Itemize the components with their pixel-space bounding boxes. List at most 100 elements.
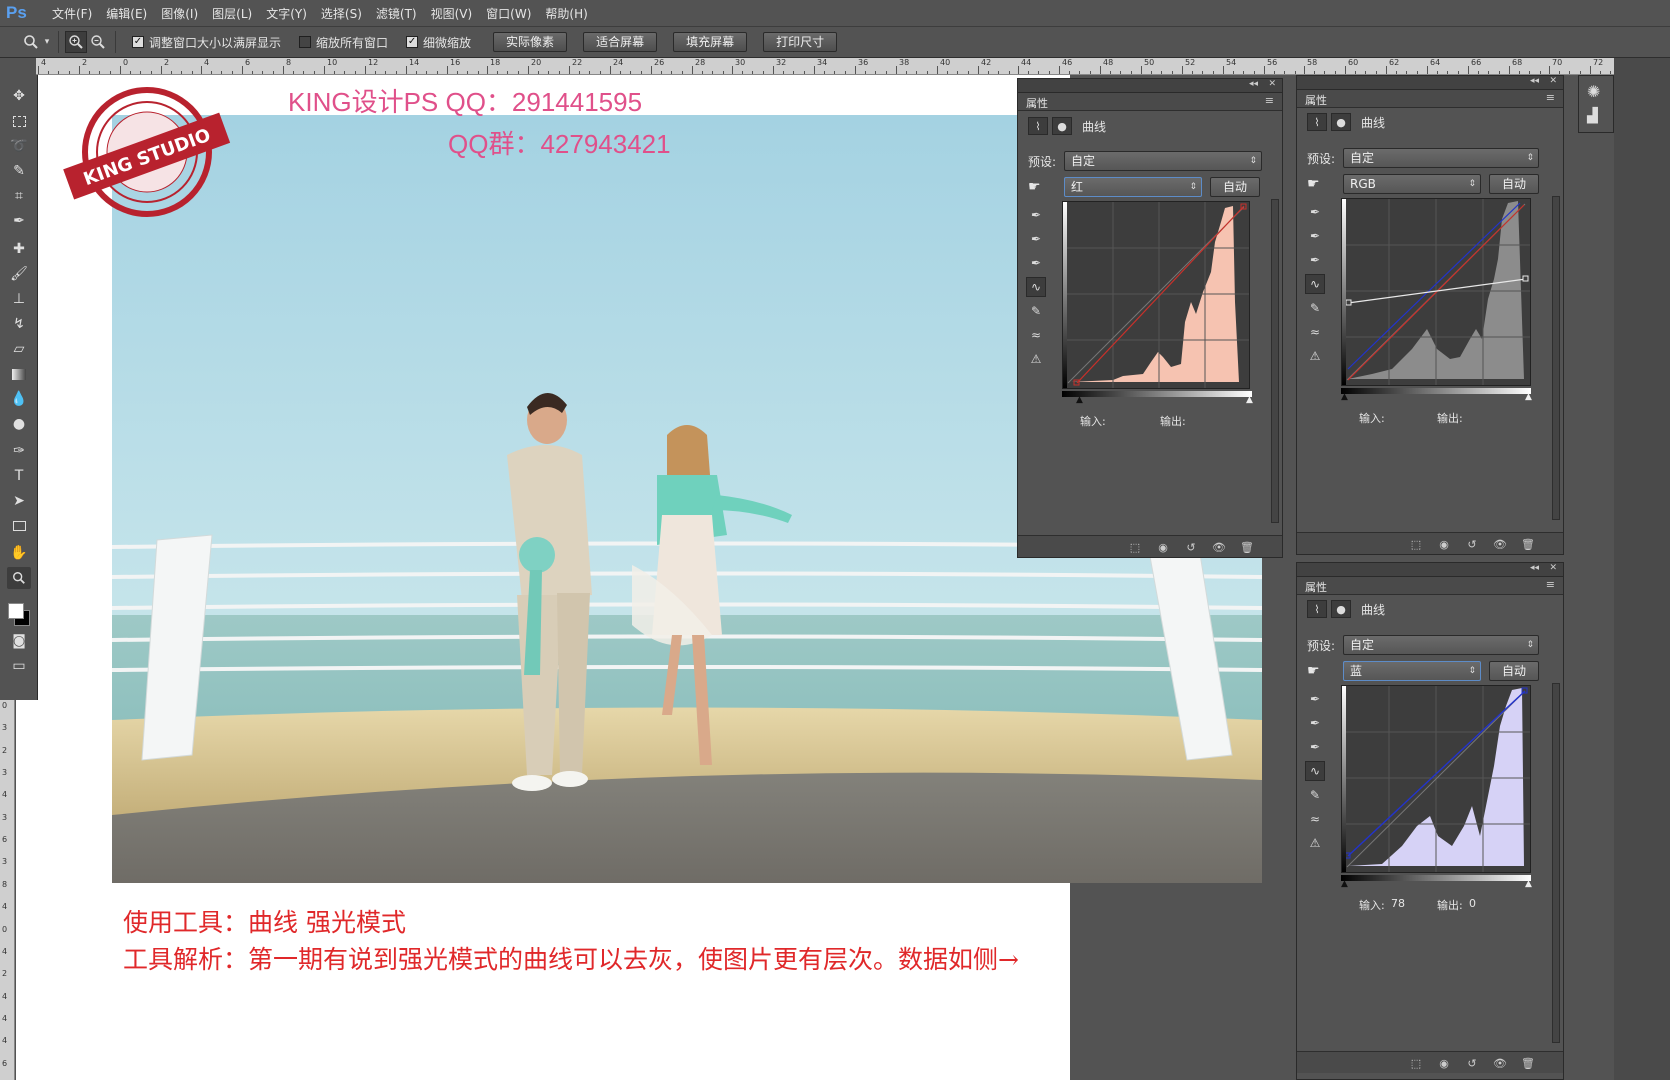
properties-tab[interactable]: 属性	[1305, 579, 1327, 595]
pencil-draw-icon[interactable]: ✎	[1305, 785, 1325, 805]
trash-icon[interactable]: 🗑	[1519, 536, 1537, 552]
channel-dropdown[interactable]: 红 ⇕	[1064, 177, 1202, 197]
white-point-eyedropper-icon[interactable]: ✒	[1026, 253, 1046, 273]
hand-tool-icon[interactable]: ✋	[7, 542, 31, 564]
zoom-tool-icon[interactable]	[7, 567, 31, 589]
view-previous-icon[interactable]: ◉	[1154, 539, 1172, 555]
ruler-horizontal[interactable]: 4 2 0 2 4 6 8 10 12 14 16 18 20 22 24 26 28 30 32 34 36 38 40 4…	[36, 58, 1670, 75]
menu-select[interactable]: 选择(S)	[321, 5, 362, 22]
panel-menu-icon[interactable]: ≡	[1265, 94, 1274, 107]
path-select-tool-icon[interactable]: ➤	[7, 490, 31, 512]
reset-icon[interactable]: ↺	[1182, 539, 1200, 555]
white-slider-icon[interactable]: ▲	[1525, 392, 1532, 402]
reset-icon[interactable]: ↺	[1463, 536, 1481, 552]
curve-graph[interactable]	[1062, 201, 1250, 389]
curves-adjust-icon[interactable]: ⌇	[1028, 117, 1048, 135]
healing-brush-tool-icon[interactable]: ✚	[7, 238, 31, 260]
panel-menu-icon[interactable]: ≡	[1546, 91, 1555, 104]
menu-help[interactable]: 帮助(H)	[545, 5, 587, 22]
type-tool-icon[interactable]: T	[7, 465, 31, 487]
reset-icon[interactable]: ↺	[1463, 1055, 1481, 1071]
black-slider-icon[interactable]: ▲	[1076, 395, 1083, 405]
curve-point-mode-icon[interactable]: ∿	[1305, 761, 1325, 781]
panel-scrollbar[interactable]	[1271, 199, 1279, 523]
layer-mask-icon[interactable]: ●	[1331, 113, 1351, 131]
curves-adjust-icon[interactable]: ⌇	[1307, 600, 1327, 618]
checkbox-checked[interactable]: ✓	[132, 36, 144, 48]
fit-screen-button[interactable]: 适合屏幕	[583, 32, 658, 52]
trash-icon[interactable]: 🗑	[1238, 539, 1256, 555]
quick-select-tool-icon[interactable]: ✎	[7, 160, 31, 182]
adjustments-sun-icon[interactable]: ✺	[1587, 82, 1600, 101]
pencil-draw-icon[interactable]: ✎	[1305, 298, 1325, 318]
panel-menu-icon[interactable]: ≡	[1546, 578, 1555, 591]
collapse-icon[interactable]: ◂◂	[1530, 563, 1539, 573]
layer-mask-icon[interactable]: ●	[1331, 600, 1351, 618]
eraser-tool-icon[interactable]: ▱	[7, 338, 31, 360]
pen-tool-icon[interactable]: ✑	[7, 440, 31, 462]
pencil-draw-icon[interactable]: ✎	[1026, 301, 1046, 321]
curve-point[interactable]	[1522, 275, 1529, 282]
move-tool-icon[interactable]: ✥	[7, 85, 31, 107]
visibility-eye-icon[interactable]: 👁	[1491, 1055, 1509, 1071]
white-point-eyedropper-icon[interactable]: ✒	[1305, 737, 1325, 757]
collapse-icon[interactable]: ◂◂	[1530, 76, 1539, 86]
preset-dropdown[interactable]: 自定 ⇕	[1343, 635, 1539, 655]
resize-windows-checkbox[interactable]: ✓ 调整窗口大小以满屏显示	[132, 34, 281, 51]
gray-point-eyedropper-icon[interactable]: ✒	[1305, 713, 1325, 733]
preset-dropdown[interactable]: 自定 ⇕	[1064, 151, 1262, 171]
zoom-out-icon[interactable]	[87, 31, 109, 53]
view-previous-icon[interactable]: ◉	[1435, 536, 1453, 552]
menu-window[interactable]: 窗口(W)	[486, 5, 531, 22]
target-adjust-hand-icon[interactable]: ☛	[1307, 663, 1343, 679]
auto-button[interactable]: 自动	[1210, 177, 1260, 197]
black-point-eyedropper-icon[interactable]: ✒	[1026, 205, 1046, 225]
preset-dropdown[interactable]: 自定 ⇕	[1343, 148, 1539, 168]
target-adjust-hand-icon[interactable]: ☛	[1028, 179, 1064, 195]
zoom-icon[interactable]	[20, 31, 42, 53]
color-swatches[interactable]	[6, 600, 32, 626]
clipping-warning-icon[interactable]: ⚠	[1305, 346, 1325, 366]
panel-scrollbar[interactable]	[1552, 683, 1560, 1043]
trash-icon[interactable]: 🗑	[1519, 1055, 1537, 1071]
auto-button[interactable]: 自动	[1489, 174, 1539, 194]
clip-to-layer-icon[interactable]: ⬚	[1407, 1055, 1425, 1071]
smooth-curve-icon[interactable]: ≈	[1026, 325, 1046, 345]
auto-button[interactable]: 自动	[1489, 661, 1539, 681]
menu-type[interactable]: 文字(Y)	[266, 5, 307, 22]
properties-tab[interactable]: 属性	[1026, 95, 1048, 111]
collapse-icon[interactable]: ◂◂	[1249, 79, 1258, 89]
clipping-warning-icon[interactable]: ⚠	[1026, 349, 1046, 369]
eyedropper-tool-icon[interactable]: ✒	[7, 210, 31, 232]
scrubby-zoom-checkbox[interactable]: ✓ 细微缩放	[406, 34, 471, 51]
smooth-curve-icon[interactable]: ≈	[1305, 322, 1325, 342]
close-icon[interactable]: ✕	[1549, 563, 1557, 573]
fill-screen-button[interactable]: 填充屏幕	[673, 32, 748, 52]
ruler-vertical[interactable]: 0 3 2 3 4 3 6 3 8 4 0 4 2 4 4 4 6	[0, 700, 15, 1080]
menu-edit[interactable]: 编辑(E)	[106, 5, 147, 22]
menu-view[interactable]: 视图(V)	[431, 5, 473, 22]
histogram-icon[interactable]: ▟	[1587, 108, 1598, 124]
black-slider-icon[interactable]: ▲	[1341, 392, 1348, 402]
marquee-tool-icon[interactable]	[7, 110, 31, 132]
menu-filter[interactable]: 滤镜(T)	[376, 5, 417, 22]
panel-scrollbar[interactable]	[1552, 196, 1560, 520]
menu-image[interactable]: 图像(I)	[161, 5, 198, 22]
screen-mode-icon[interactable]: ▭	[7, 655, 31, 677]
gradient-tool-icon[interactable]	[7, 363, 31, 385]
channel-dropdown[interactable]: 蓝 ⇕	[1343, 661, 1481, 681]
chevron-down-icon[interactable]: ▾	[42, 31, 52, 53]
target-adjust-hand-icon[interactable]: ☛	[1307, 176, 1343, 192]
brush-tool-icon[interactable]: 🖌	[7, 263, 31, 285]
print-size-button[interactable]: 打印尺寸	[763, 32, 838, 52]
white-point-eyedropper-icon[interactable]: ✒	[1305, 250, 1325, 270]
checkbox-unchecked[interactable]	[299, 36, 312, 48]
close-icon[interactable]: ✕	[1549, 76, 1557, 86]
white-slider-icon[interactable]: ▲	[1525, 879, 1532, 889]
visibility-eye-icon[interactable]: 👁	[1210, 539, 1228, 555]
lasso-tool-icon[interactable]: ➰	[7, 135, 31, 157]
black-point-eyedropper-icon[interactable]: ✒	[1305, 202, 1325, 222]
properties-tab[interactable]: 属性	[1305, 92, 1327, 108]
shape-tool-icon[interactable]	[7, 515, 31, 537]
dodge-tool-icon[interactable]: ●	[7, 413, 31, 435]
